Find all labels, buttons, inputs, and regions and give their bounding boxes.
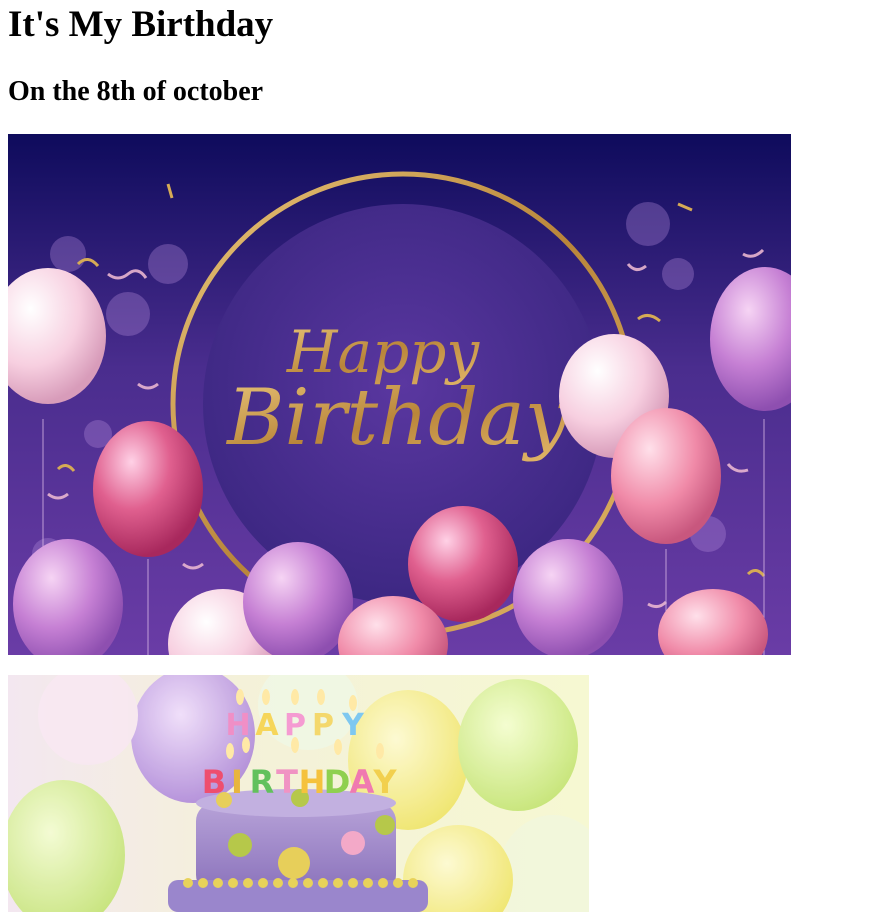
candle-letter: A — [255, 708, 279, 743]
candle-letter: P — [312, 708, 334, 743]
page-title: It's My Birthday — [8, 4, 274, 45]
candle-letter: D — [324, 763, 351, 801]
candle-letter: A — [350, 763, 375, 801]
candle-letter: B — [202, 763, 226, 801]
candle-letter: R — [250, 763, 275, 801]
birthday-cake-image: H A P P Y B I R T H D A Y — [8, 675, 589, 912]
candle-letter: T — [276, 763, 298, 801]
happy-birthday-banner-image: Happy Birthday — [8, 134, 791, 655]
banner-birthday-text: Birthday — [225, 373, 570, 463]
candle-letter: Y — [341, 708, 365, 743]
candle-letter: I — [231, 763, 243, 801]
candle-letter: Y — [372, 763, 397, 801]
candle-letter: H — [299, 763, 326, 801]
page-subtitle: On the 8th of october — [8, 76, 264, 107]
